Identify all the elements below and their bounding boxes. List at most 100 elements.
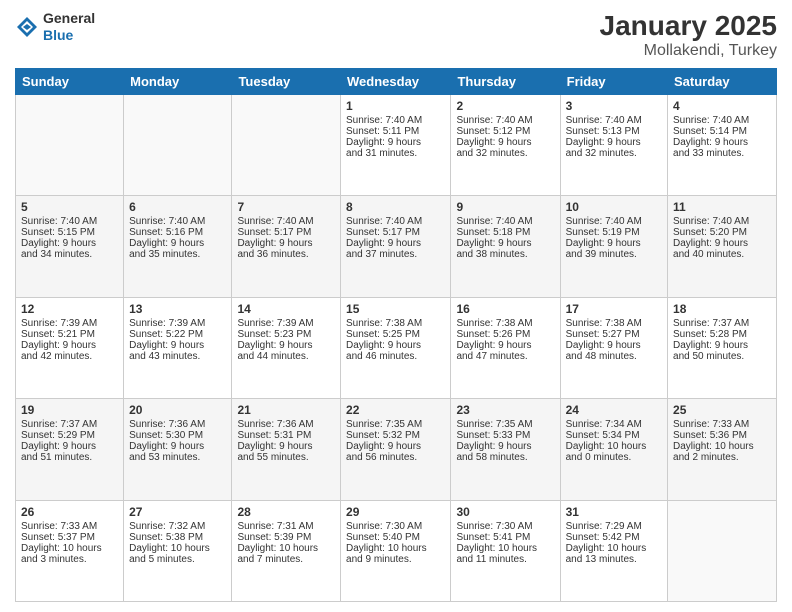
day-content-line: Sunset: 5:17 PM [237,227,335,238]
day-content-line: Sunset: 5:11 PM [346,126,445,137]
day-content-line: Sunset: 5:29 PM [21,430,118,441]
day-content-line: Sunrise: 7:40 AM [237,216,335,227]
calendar-week-row: 26Sunrise: 7:33 AMSunset: 5:37 PMDayligh… [16,500,777,601]
day-content-line: and 55 minutes. [237,452,335,463]
day-number: 18 [673,302,771,316]
day-content-line: and 37 minutes. [346,249,445,260]
calendar-cell [668,500,777,601]
day-content-line: Sunrise: 7:35 AM [456,419,554,430]
calendar-cell: 18Sunrise: 7:37 AMSunset: 5:28 PMDayligh… [668,297,777,398]
day-number: 15 [346,302,445,316]
day-content-line: and 42 minutes. [21,351,118,362]
day-content-line: Daylight: 9 hours [456,340,554,351]
day-content-line: and 44 minutes. [237,351,335,362]
calendar-cell [124,95,232,196]
day-content-line: Daylight: 10 hours [237,543,335,554]
day-content-line: Daylight: 10 hours [346,543,445,554]
day-content-line: and 51 minutes. [21,452,118,463]
day-content-line: Daylight: 9 hours [673,340,771,351]
day-number: 10 [566,200,662,214]
calendar-cell: 8 Sunrise: 7:40 AMSunset: 5:17 PMDaylight… [341,196,451,297]
day-content-line: Daylight: 10 hours [21,543,118,554]
day-content-line: and 34 minutes. [21,249,118,260]
day-number: 24 [566,403,662,417]
logo-general: General [43,10,95,27]
day-content-line: Daylight: 10 hours [673,441,771,452]
calendar-cell: 1Sunrise: 7:40 AMSunset: 5:11 PMDaylight… [341,95,451,196]
calendar-cell: 16Sunrise: 7:38 AMSunset: 5:26 PMDayligh… [451,297,560,398]
calendar-cell: 30Sunrise: 7:30 AMSunset: 5:41 PMDayligh… [451,500,560,601]
day-content-line: Daylight: 9 hours [237,340,335,351]
day-content-line: Sunrise: 7:40 AM [346,216,445,227]
day-content-line: Daylight: 9 hours [237,238,335,249]
day-content-line: and 39 minutes. [566,249,662,260]
day-content-line: Daylight: 9 hours [673,137,771,148]
day-content-line: Sunset: 5:32 PM [346,430,445,441]
day-content-line: Sunrise: 7:40 AM [673,216,771,227]
calendar-cell: 12Sunrise: 7:39 AMSunset: 5:21 PMDayligh… [16,297,124,398]
calendar-cell: 3Sunrise: 7:40 AMSunset: 5:13 PMDaylight… [560,95,667,196]
day-content-line: Sunset: 5:16 PM [129,227,226,238]
calendar-cell: 17Sunrise: 7:38 AMSunset: 5:27 PMDayligh… [560,297,667,398]
day-content-line: Sunset: 5:25 PM [346,329,445,340]
day-content-line: Sunrise: 7:31 AM [237,521,335,532]
day-content-line: Daylight: 10 hours [456,543,554,554]
day-content-line: and 33 minutes. [673,148,771,159]
calendar-header-friday: Friday [560,69,667,95]
calendar-header-monday: Monday [124,69,232,95]
day-content-line: Daylight: 9 hours [456,137,554,148]
logo: General Blue [15,10,95,44]
day-content-line: Sunrise: 7:39 AM [237,318,335,329]
day-content-line: Sunset: 5:38 PM [129,532,226,543]
day-content-line: Sunset: 5:17 PM [346,227,445,238]
day-content-line: Sunset: 5:26 PM [456,329,554,340]
calendar-cell: 10Sunrise: 7:40 AMSunset: 5:19 PMDayligh… [560,196,667,297]
day-content-line: and 32 minutes. [566,148,662,159]
day-content-line: Sunrise: 7:36 AM [237,419,335,430]
day-number: 14 [237,302,335,316]
calendar-cell: 4Sunrise: 7:40 AMSunset: 5:14 PMDaylight… [668,95,777,196]
day-number: 8 [346,200,445,214]
day-content-line: and 48 minutes. [566,351,662,362]
day-content-line: Sunset: 5:15 PM [21,227,118,238]
day-content-line: Sunset: 5:23 PM [237,329,335,340]
calendar-cell: 6Sunrise: 7:40 AMSunset: 5:16 PMDaylight… [124,196,232,297]
day-content-line: and 47 minutes. [456,351,554,362]
header: General Blue January 2025 Mollakendi, Tu… [15,10,777,60]
day-content-line: Daylight: 9 hours [456,441,554,452]
day-content-line: Daylight: 9 hours [456,238,554,249]
calendar-cell: 25Sunrise: 7:33 AMSunset: 5:36 PMDayligh… [668,399,777,500]
day-content-line: Daylight: 9 hours [129,340,226,351]
calendar-header-wednesday: Wednesday [341,69,451,95]
day-content-line: Sunrise: 7:40 AM [566,115,662,126]
day-content-line: Sunset: 5:20 PM [673,227,771,238]
day-content-line: and 58 minutes. [456,452,554,463]
day-content-line: Sunrise: 7:34 AM [566,419,662,430]
day-number: 28 [237,505,335,519]
day-content-line: Sunset: 5:19 PM [566,227,662,238]
day-content-line: Sunset: 5:42 PM [566,532,662,543]
day-content-line: and 36 minutes. [237,249,335,260]
day-number: 26 [21,505,118,519]
day-content-line: Sunrise: 7:40 AM [346,115,445,126]
day-content-line: Daylight: 9 hours [21,441,118,452]
calendar-cell: 23Sunrise: 7:35 AMSunset: 5:33 PMDayligh… [451,399,560,500]
day-content-line: Sunrise: 7:30 AM [456,521,554,532]
day-number: 30 [456,505,554,519]
day-content-line: Daylight: 9 hours [21,340,118,351]
day-content-line: Sunrise: 7:40 AM [456,115,554,126]
day-content-line: Sunrise: 7:38 AM [346,318,445,329]
day-content-line: Sunset: 5:18 PM [456,227,554,238]
day-content-line: Daylight: 9 hours [346,238,445,249]
day-number: 4 [673,99,771,113]
day-content-line: and 43 minutes. [129,351,226,362]
logo-blue: Blue [43,27,95,44]
day-number: 1 [346,99,445,113]
calendar-cell: 2Sunrise: 7:40 AMSunset: 5:12 PMDaylight… [451,95,560,196]
day-content-line: Sunrise: 7:32 AM [129,521,226,532]
logo-icon [15,15,39,39]
logo-text: General Blue [43,10,95,44]
calendar-cell [16,95,124,196]
day-content-line: Sunrise: 7:33 AM [21,521,118,532]
day-content-line: Sunset: 5:30 PM [129,430,226,441]
